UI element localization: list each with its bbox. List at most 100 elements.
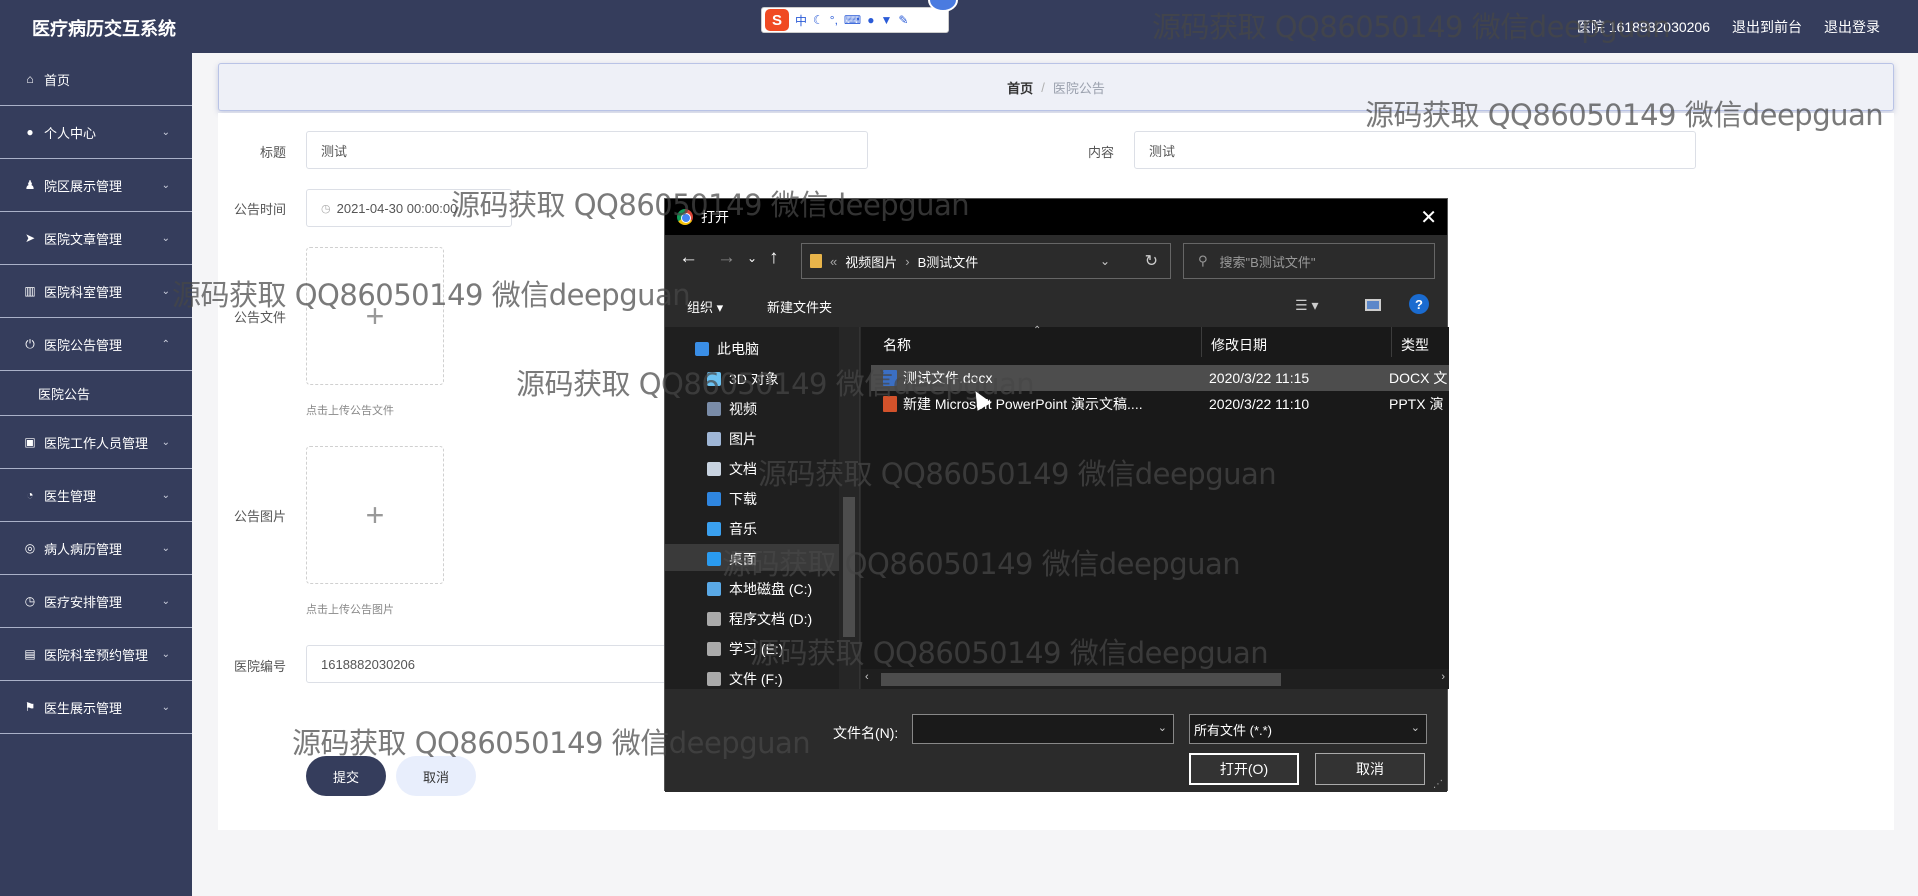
- file-row[interactable]: 新建 Microsoft PowerPoint 演示文稿.... 2020/3/…: [871, 391, 1449, 417]
- file-upload[interactable]: +: [306, 247, 444, 385]
- cancel-button[interactable]: 取消: [396, 756, 476, 796]
- sidebar-item-schedule[interactable]: ◷ 医疗安排管理 ⌄: [0, 575, 192, 628]
- forward-arrow-icon[interactable]: →: [717, 247, 736, 269]
- column-type[interactable]: 类型: [1401, 331, 1429, 359]
- ime-mode-label[interactable]: 中: [795, 12, 807, 29]
- sidebar-item-records[interactable]: ◎ 病人病历管理 ⌄: [0, 522, 192, 575]
- column-date[interactable]: 修改日期: [1211, 331, 1267, 359]
- folder-icon: [810, 254, 822, 268]
- hospital-no-input[interactable]: 1618882030206: [306, 645, 686, 683]
- submit-button[interactable]: 提交: [306, 756, 386, 796]
- chevron-up-icon: ⌃: [161, 338, 170, 350]
- back-arrow-icon[interactable]: ←: [679, 247, 698, 269]
- user-icon[interactable]: ●: [867, 13, 874, 27]
- column-name[interactable]: 名称: [883, 331, 911, 359]
- scroll-left-icon[interactable]: ‹: [865, 671, 869, 683]
- clock-icon: ◷: [24, 594, 36, 608]
- column-divider[interactable]: [1201, 327, 1202, 357]
- hscroll-thumb[interactable]: [881, 673, 1281, 686]
- top-right-links: 医院 1618882030206 退出到前台 退出登录: [1577, 17, 1918, 37]
- drive-icon: [707, 672, 721, 686]
- path-segment[interactable]: 视频图片: [845, 252, 897, 271]
- download-icon: [707, 492, 721, 506]
- organize-menu[interactable]: 组织 ▾: [687, 297, 723, 316]
- resize-grip-icon[interactable]: ⋰: [1433, 779, 1443, 790]
- content-input[interactable]: 测试: [1134, 131, 1696, 169]
- moon-icon[interactable]: ☾: [813, 13, 824, 27]
- sidebar-item-departments[interactable]: ▥ 医院科室管理 ⌄: [0, 265, 192, 318]
- top-bar: 医疗病历交互系统 S 中 ☾ °, ⌨ ● ▼ ✎ 医院 16188820302…: [0, 0, 1918, 53]
- punctuation-icon[interactable]: °,: [830, 13, 838, 27]
- new-folder-button[interactable]: 新建文件夹: [767, 297, 832, 316]
- nav-desktop[interactable]: 桌面: [707, 549, 757, 569]
- image-upload[interactable]: +: [306, 446, 444, 584]
- keyboard-icon[interactable]: ⌨: [844, 13, 861, 27]
- dialog-cancel-button[interactable]: 取消: [1315, 753, 1425, 785]
- nav-drive-f[interactable]: 文件 (F:): [707, 669, 783, 689]
- nav-videos[interactable]: 视频: [707, 399, 757, 419]
- wrench-icon[interactable]: ✎: [898, 13, 908, 27]
- nav-drive-e[interactable]: 学习 (E:): [707, 639, 783, 659]
- nav-downloads[interactable]: 下载: [707, 489, 757, 509]
- preview-pane-icon[interactable]: [1365, 299, 1381, 311]
- flag-icon: ⚑: [24, 700, 36, 714]
- nav-3d-objects[interactable]: 3D 对象: [707, 369, 779, 389]
- title-label: 标题: [259, 145, 286, 160]
- file-upload-hint: 点击上传公告文件: [306, 405, 394, 417]
- sidebar-subitem-notice[interactable]: 医院公告: [0, 371, 192, 416]
- up-arrow-icon[interactable]: ↑: [769, 247, 779, 269]
- chrome-icon: [677, 209, 693, 225]
- dialog-toolbar: 组织 ▾ 新建文件夹 ☰ ▾ ?: [665, 285, 1447, 327]
- drive-icon: [707, 582, 721, 596]
- sidebar-item-campus[interactable]: ♟ 院区展示管理 ⌄: [0, 159, 192, 212]
- refresh-icon[interactable]: ↻: [1145, 251, 1158, 271]
- sidebar-item-doctor-showcase[interactable]: ⚑ 医生展示管理 ⌄: [0, 681, 192, 734]
- scroll-right-icon[interactable]: ›: [1441, 671, 1445, 683]
- shirt-icon[interactable]: ▼: [881, 13, 893, 27]
- address-bar[interactable]: « 视频图片 › B测试文件 ⌄ ↻: [801, 243, 1171, 279]
- sidebar-item-notices[interactable]: ⏻ 医院公告管理 ⌃: [0, 318, 192, 371]
- nav-music[interactable]: 音乐: [707, 519, 757, 539]
- nav-this-pc[interactable]: 此电脑: [695, 339, 759, 359]
- filename-label: 文件名(N):: [833, 725, 899, 741]
- path-segment[interactable]: B测试文件: [918, 252, 979, 271]
- path-separator: ›: [905, 253, 910, 269]
- view-options-icon[interactable]: ☰ ▾: [1295, 297, 1318, 314]
- chevron-down-icon: ⌄: [161, 179, 170, 191]
- nav-pictures[interactable]: 图片: [707, 429, 757, 449]
- nav-drive-c[interactable]: 本地磁盘 (C:): [707, 579, 812, 599]
- search-icon: ⚲: [1198, 253, 1208, 268]
- sidebar-item-doctors[interactable]: ◔ 医生管理 ⌄: [0, 469, 192, 522]
- music-icon: [707, 522, 721, 536]
- nav-scrollbar-thumb[interactable]: [843, 497, 855, 637]
- lock-icon: ▣: [24, 435, 36, 449]
- filename-input[interactable]: ⌄: [912, 714, 1174, 744]
- sidebar-item-staff[interactable]: ▣ 医院工作人员管理 ⌄: [0, 416, 192, 469]
- chevron-down-icon[interactable]: ⌄: [1158, 721, 1167, 734]
- file-row[interactable]: 测试文件.docx 2020/3/22 11:15 DOCX 文: [871, 365, 1449, 391]
- sidebar-item-appointments[interactable]: ▤ 医院科室预约管理 ⌄: [0, 628, 192, 681]
- time-picker[interactable]: ◷ 2021-04-30 00:00:00: [306, 189, 512, 227]
- home-icon: ⌂: [26, 72, 34, 86]
- filetype-select[interactable]: 所有文件 (*.*) ⌄: [1189, 714, 1427, 744]
- nav-documents[interactable]: 文档: [707, 459, 757, 479]
- drive-icon: [707, 612, 721, 626]
- sidebar-item-home[interactable]: ⌂ 首页: [0, 53, 192, 106]
- chevron-down-icon[interactable]: ⌄: [1100, 254, 1110, 268]
- logout-link[interactable]: 退出登录: [1824, 17, 1880, 37]
- ime-toolbar[interactable]: S 中 ☾ °, ⌨ ● ▼ ✎: [761, 7, 949, 33]
- open-button[interactable]: 打开(O): [1189, 753, 1299, 785]
- nav-drive-d[interactable]: 程序文档 (D:): [707, 609, 812, 629]
- sidebar-item-personal-center[interactable]: ● 个人中心 ⌄: [0, 106, 192, 159]
- column-divider[interactable]: [1391, 327, 1392, 357]
- exit-front-link[interactable]: 退出到前台: [1732, 17, 1802, 37]
- close-icon[interactable]: ✕: [1420, 205, 1437, 230]
- recent-dropdown-icon[interactable]: ⌄: [747, 251, 757, 265]
- breadcrumb-home[interactable]: 首页: [1007, 78, 1033, 97]
- breadcrumb-current: 医院公告: [1052, 80, 1105, 96]
- search-box[interactable]: ⚲ 搜索"B测试文件": [1183, 243, 1435, 279]
- title-input[interactable]: 测试: [306, 131, 868, 169]
- help-icon[interactable]: ?: [1409, 294, 1429, 314]
- chevron-down-icon: ⌄: [1410, 722, 1420, 734]
- sidebar-item-articles[interactable]: ➤ 医院文章管理 ⌄: [0, 212, 192, 265]
